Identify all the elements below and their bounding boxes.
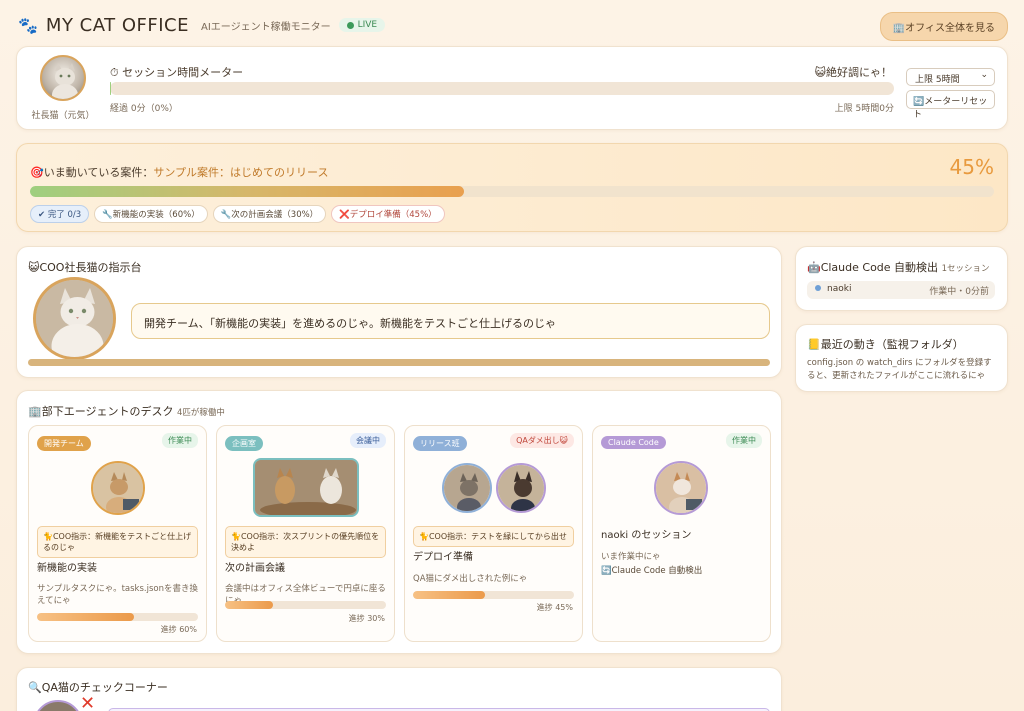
chip-done-count[interactable]: ✔ 完了 0/3 [30,205,90,223]
project-name: サンプル案件：はじめてのリリース [153,166,329,179]
live-label: LIVE [357,20,378,30]
meter-reset-button[interactable]: 🔄メーターリセット [906,90,995,120]
meeting-scene-image [253,458,359,517]
session-elapsed: 経過 0分（0%） [110,104,178,114]
claude-session-name: naoki [827,284,852,294]
app-subtitle: AIエージェント稼働モニター [201,21,331,33]
session-dot-icon [815,285,821,291]
office-view-button[interactable]: 🏢オフィス全体を見る [879,12,1008,41]
agent-progress-label: 進捗 30% [348,614,385,623]
project-progress-fill [30,186,464,197]
app-title: MY CAT OFFICE [45,14,189,36]
agent-task: デプロイ準備 [413,552,473,563]
claude-cat-avatar [654,461,708,515]
claude-detect-card [795,246,1008,311]
claude-session-status: 作業中・0分前 [929,287,989,297]
coo-cat-avatar [33,277,116,360]
recent-activity-text: config.json の watch_dirs にフォルダを登録すると、更新さ… [807,358,992,381]
claude-detect-title: 🤖Claude Code 自動検出 1セッション [807,259,989,275]
ceo-cat-avatar [40,55,86,101]
agent-progress-fill [37,613,134,621]
session-meter-title: ⏱ セッション時間メーター [110,66,244,79]
team-badge: 開発チーム [37,436,91,451]
team-badge: リリース班 [413,436,467,451]
team-badge: Claude Code [601,436,666,449]
session-meter-bar [110,82,894,95]
agent-progress-bar [37,613,198,621]
agent-desks-title-text: 🏢部下エージェントのデスク [28,405,174,418]
agent-card-claude-code[interactable]: Claude Code 作業中 naoki のセッション いま作業中にゃ 🔄Cl… [592,425,771,642]
agent-task-desc: QA猫にダメ出しされた例にゃ [413,574,528,584]
agent-task-desc: いま作業中にゃ [601,552,661,562]
agent-progress-label: 進捗 45% [536,603,573,612]
agent-desks-title: 🏢部下エージェントのデスク 4匹が稼働中 [28,403,225,419]
project-percent: 45% [949,155,994,179]
chip-task-meeting[interactable]: 🔧次の計画会議（30%） [212,205,327,223]
claude-session-row[interactable]: naoki 作業中・0分前 [807,281,995,299]
claude-session-count: 1セッション [941,264,990,274]
recent-activity-title: 📒最近の動き（監視フォルダ） [807,338,964,351]
coo-instruction: 🐈COO指示：新機能をテストごと仕上げるのじゃ [37,526,198,558]
state-badge: 作業中 [726,433,762,448]
qa-corner-title: 🔍QA猫のチェックコーナー [28,681,168,694]
coo-title: 😺COO社長猫の指示台 [28,261,142,274]
agent-task: 新機能の実装 [37,563,97,574]
coo-desk-bar [28,359,770,366]
app-header: 🐾 MY CAT OFFICE AIエージェント稼働モニター LIVE [18,12,386,38]
state-badge: QAダメ出し😺 [510,433,574,448]
project-title: 🎯いま動いている案件：サンプル案件：はじめてのリリース [30,164,329,180]
agent-progress-fill [225,601,274,609]
agent-progress-bar [413,591,574,599]
release-cat-avatar [442,463,492,513]
chip-task-deploy[interactable]: ❌デプロイ準備（45%） [331,205,445,223]
team-badge: 企画室 [225,436,263,451]
agent-card-release[interactable]: リリース班 QAダメ出し😺 🐈COO指示：テストを緑にしてから出せ デプロイ準備… [404,425,583,642]
agent-progress-fill [413,591,486,599]
session-limit-select[interactable]: 上限 5時間 ⌄ [906,68,995,86]
session-limit: 上限 5時間0分 [834,104,894,114]
agent-task: 次の計画会議 [225,563,285,574]
session-meter-status: 😺絶好調にゃ！ [814,66,892,79]
agent-card-dev[interactable]: 開発チーム 作業中 🐈COO指示：新機能をテストごと仕上げるのじゃ 新機能の実装… [28,425,207,642]
dev-cat-avatar [91,461,145,515]
agent-desks-count: 4匹が稼働中 [176,408,225,418]
reject-x-icon: ✕ [80,693,96,711]
chevron-down-icon: ⌄ [980,70,988,80]
agent-progress-label: 進捗 60% [160,625,197,634]
coo-speech-bubble: 開発チーム、「新機能の実装」を進めるのじゃ。新機能をテストごと仕上げるのじゃ [131,303,770,339]
agent-task-desc: サンプルタスクにゃ。tasks.jsonを書き換えてにゃ [37,584,198,606]
live-badge: LIVE [338,18,386,32]
chip-task-feature[interactable]: 🔧新機能の実装（60%） [94,205,208,223]
claude-detect-title-text: 🤖Claude Code 自動検出 [807,261,939,274]
session-limit-value: 上限 5時間 [915,75,960,85]
ceo-status-label: 社長猫（元気） [31,111,95,121]
qa-cat-avatar [496,463,546,513]
project-label: 🎯いま動いている案件： [30,166,154,179]
agent-progress-bar [225,601,386,609]
state-badge: 作業中 [162,433,198,448]
agent-source: 🔄Claude Code 自動検出 [601,566,703,576]
coo-instruction: 🐈COO指示：次スプリントの優先順位を決めよ [225,526,386,558]
agent-card-planning[interactable]: 企画室 会議中 🐈COO指示：次スプリントの優先順位を決めよ 次の計画会議 会議… [216,425,395,642]
paw-icon: 🐾 [18,15,38,35]
project-task-chips: ✔ 完了 0/3 🔧新機能の実装（60%） 🔧次の計画会議（30%） ❌デプロイ… [30,205,445,223]
coo-instruction: 🐈COO指示：テストを緑にしてから出せ [413,526,574,547]
project-progress-bar [30,186,994,197]
state-badge: 会議中 [350,433,386,448]
agent-task: naoki のセッション [601,530,692,541]
live-dot-icon [346,21,354,29]
session-meter-fill [110,82,111,95]
